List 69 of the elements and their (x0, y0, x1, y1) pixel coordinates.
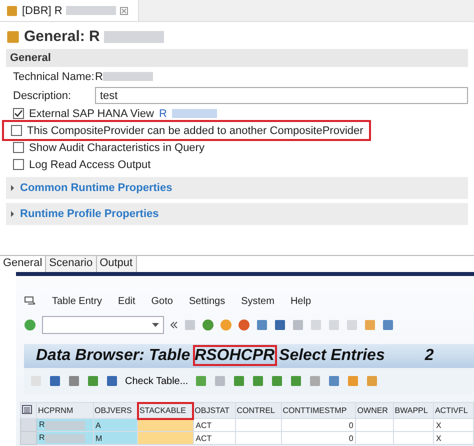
redaction-mark (172, 109, 217, 118)
column-header[interactable]: OBJVERS (93, 402, 138, 418)
view-link[interactable]: R (158, 108, 167, 120)
table-cell: M (93, 432, 138, 444)
section-title: Common Runtime Properties (20, 182, 172, 194)
checkbox[interactable] (11, 125, 22, 136)
column-header[interactable]: BWAPPL (393, 402, 434, 418)
checkbox-label: Log Read Access Output (29, 158, 151, 170)
table-cell: ACT (193, 418, 236, 432)
checkbox-label: External SAP HANA View (29, 108, 154, 120)
menu-item[interactable]: System (241, 296, 274, 306)
table-cell: A (93, 418, 138, 432)
table-cell (235, 432, 282, 444)
checkbox[interactable] (13, 142, 24, 153)
column-header[interactable]: CONTTIMESTMP (281, 402, 356, 418)
checkbox[interactable] (13, 159, 24, 170)
dropdown-icon[interactable] (152, 323, 159, 327)
table-cell: R (36, 418, 94, 432)
table-cell (138, 432, 194, 444)
column-header[interactable]: HCPRNM (36, 402, 94, 418)
redaction-mark (44, 420, 85, 430)
table-cell: 0 (281, 432, 356, 444)
redaction-mark (44, 434, 85, 443)
select-all-icon[interactable] (22, 405, 32, 414)
collapsible-section[interactable]: Runtime Profile Properties (6, 203, 468, 225)
double-chevron-icon[interactable] (170, 321, 178, 329)
description-field[interactable]: test (95, 87, 468, 104)
page-heading: General: R (24, 28, 100, 45)
table-cell: 0 (281, 418, 356, 432)
expand-icon[interactable] (10, 185, 15, 191)
table-cell (356, 432, 394, 444)
column-header[interactable]: STACKABLE (138, 402, 194, 418)
menu-item[interactable]: Goto (151, 296, 173, 306)
redaction-mark (102, 72, 153, 81)
table-cell: R (36, 432, 94, 444)
section-title: Runtime Profile Properties (20, 208, 159, 220)
column-header[interactable]: OWNER (356, 402, 394, 418)
technical-name: R (95, 70, 103, 82)
section-header: General (6, 49, 468, 67)
editor-page-tab[interactable]: Scenario (46, 256, 97, 272)
column-header[interactable]: ACTIVFL (433, 402, 474, 418)
menu-item[interactable]: Settings (188, 296, 226, 306)
table-cell (393, 418, 434, 432)
redaction-mark (104, 30, 164, 42)
column-header[interactable]: CONTREL (235, 402, 282, 418)
table-cell (393, 432, 434, 444)
table-cell: X (433, 432, 474, 444)
checkbox-label: This CompositeProvider can be added to another CompositeProvider (27, 124, 364, 136)
menu-item[interactable]: Table Entry (52, 296, 102, 306)
table-cell: ACT (193, 432, 236, 444)
menu-item[interactable]: Help (290, 296, 312, 306)
editor-page-tab[interactable]: Output (96, 256, 137, 272)
checkbox-label: Show Audit Characteristics in Query (29, 142, 204, 154)
field-label: Description: (13, 90, 72, 102)
close-icon[interactable] (120, 6, 128, 14)
collapsible-section[interactable]: Common Runtime Properties (6, 177, 468, 199)
table-cell (356, 418, 394, 432)
editor-tab[interactable]: [DBR] R (0, 0, 140, 21)
checkbox[interactable] (13, 108, 24, 119)
menu-item[interactable]: Edit (118, 296, 136, 306)
redaction-mark (66, 6, 116, 15)
check-table-button[interactable]: Check Table... (125, 376, 188, 386)
expand-icon[interactable] (10, 211, 15, 217)
table-cell: X (433, 418, 474, 432)
column-header[interactable]: OBJSTAT (193, 402, 236, 418)
field-label: Technical Name: (13, 70, 95, 82)
table-cell (235, 418, 282, 432)
command-field[interactable] (42, 316, 164, 334)
screen-title: Data Browser: Table RSOHCPR Select Entries 2 (24, 344, 474, 368)
